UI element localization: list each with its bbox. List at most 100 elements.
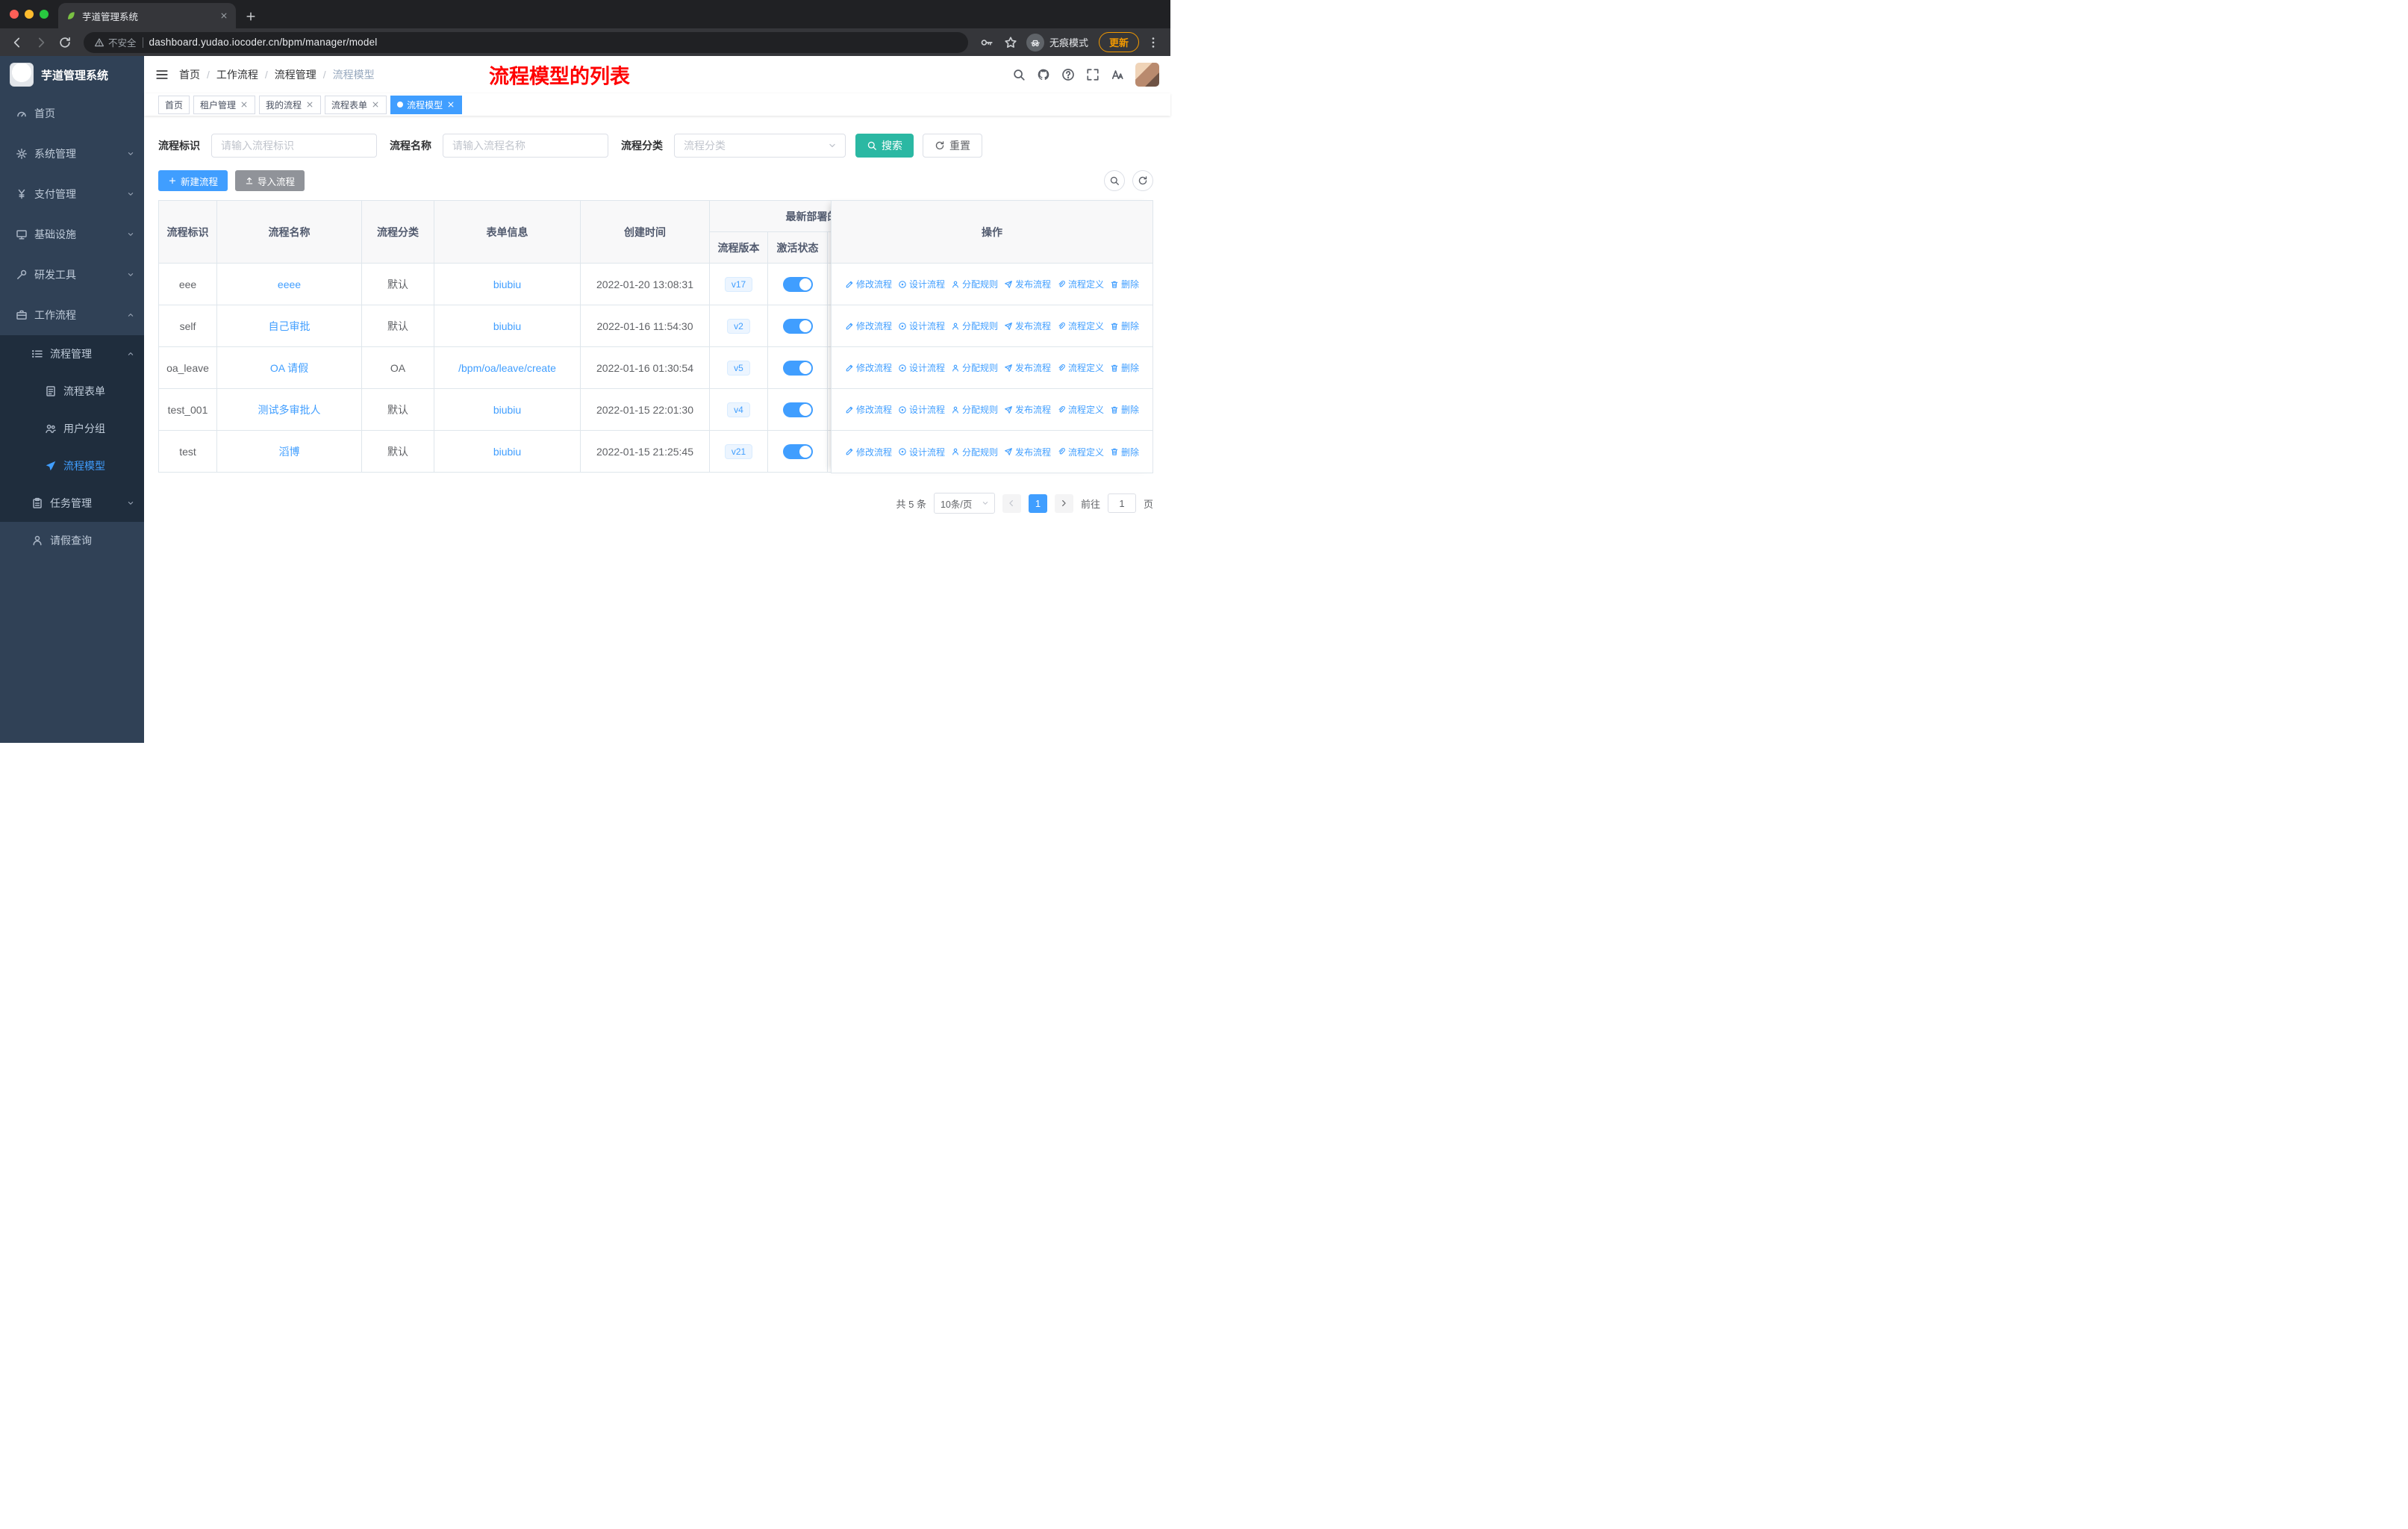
op-delete-link[interactable]: 删除 xyxy=(1110,320,1139,332)
breadcrumb-item[interactable]: 首页 xyxy=(179,67,200,82)
active-toggle[interactable] xyxy=(782,443,813,459)
op-publish-link[interactable]: 发布流程 xyxy=(1004,320,1051,332)
op-design-link[interactable]: 设计流程 xyxy=(898,403,945,416)
browser-menu-button[interactable] xyxy=(1144,33,1163,52)
prev-page-button[interactable] xyxy=(1002,493,1021,513)
security-indicator[interactable]: 不安全 xyxy=(94,35,137,49)
minimize-window-button[interactable] xyxy=(25,10,34,19)
goto-page-input[interactable] xyxy=(1107,493,1136,513)
reset-button[interactable]: 重置 xyxy=(923,134,982,158)
form-info-link[interactable]: biubiu xyxy=(493,278,521,290)
op-delete-link[interactable]: 删除 xyxy=(1110,278,1139,290)
sidebar-item-infrastructure[interactable]: 基础设施 xyxy=(0,214,144,255)
tag-home[interactable]: 首页 xyxy=(158,95,190,114)
sidebar-item-workflow[interactable]: 工作流程 xyxy=(0,295,144,335)
address-bar[interactable]: 不安全 dashboard.yudao.iocoder.cn/bpm/manag… xyxy=(84,31,968,53)
tag-my-process[interactable]: 我的流程 xyxy=(259,95,322,114)
op-publish-link[interactable]: 发布流程 xyxy=(1004,278,1051,290)
process-name-link[interactable]: OA 请假 xyxy=(270,362,308,374)
op-assign-link[interactable]: 分配规则 xyxy=(951,361,998,374)
browser-update-button[interactable]: 更新 xyxy=(1098,32,1139,52)
process-name-input[interactable] xyxy=(443,134,608,158)
op-publish-link[interactable]: 发布流程 xyxy=(1004,403,1051,416)
zoom-window-button[interactable] xyxy=(40,10,49,19)
op-definition-link[interactable]: 流程定义 xyxy=(1057,278,1104,290)
question-icon[interactable] xyxy=(1061,68,1075,81)
category-select[interactable]: 流程分类 xyxy=(674,134,846,158)
close-icon[interactable] xyxy=(240,100,249,109)
search-icon[interactable] xyxy=(1012,68,1026,81)
active-toggle[interactable] xyxy=(782,402,813,417)
op-definition-link[interactable]: 流程定义 xyxy=(1057,361,1104,374)
font-size-icon[interactable] xyxy=(1111,68,1124,81)
sidebar-item-home[interactable]: 首页 xyxy=(0,93,144,134)
op-definition-link[interactable]: 流程定义 xyxy=(1057,320,1104,332)
back-button[interactable] xyxy=(7,33,27,52)
process-id-input[interactable] xyxy=(211,134,377,158)
op-edit-link[interactable]: 修改流程 xyxy=(845,320,892,332)
op-publish-link[interactable]: 发布流程 xyxy=(1004,446,1051,458)
incognito-profile-chip[interactable]: 无痕模式 xyxy=(1025,32,1094,53)
process-name-link[interactable]: 滔博 xyxy=(279,446,300,458)
op-definition-link[interactable]: 流程定义 xyxy=(1057,403,1104,416)
process-name-link[interactable]: eeee xyxy=(278,278,301,290)
sidebar-collapse-button[interactable] xyxy=(155,68,169,81)
user-avatar[interactable] xyxy=(1135,63,1159,87)
tag-tenant[interactable]: 租户管理 xyxy=(193,95,256,114)
op-assign-link[interactable]: 分配规则 xyxy=(951,320,998,332)
op-definition-link[interactable]: 流程定义 xyxy=(1057,446,1104,458)
op-design-link[interactable]: 设计流程 xyxy=(898,361,945,374)
sidebar-item-devtools[interactable]: 研发工具 xyxy=(0,255,144,295)
app-logo[interactable]: 芋道管理系统 xyxy=(0,56,144,93)
refresh-table-button[interactable] xyxy=(1132,170,1153,191)
form-info-link[interactable]: biubiu xyxy=(493,404,521,416)
op-edit-link[interactable]: 修改流程 xyxy=(845,361,892,374)
forward-button[interactable] xyxy=(31,33,51,52)
form-info-link[interactable]: /bpm/oa/leave/create xyxy=(458,362,556,374)
sidebar-item-process-model[interactable]: 流程模型 xyxy=(0,447,144,485)
github-icon[interactable] xyxy=(1037,68,1050,81)
op-publish-link[interactable]: 发布流程 xyxy=(1004,361,1051,374)
close-icon[interactable] xyxy=(371,100,380,109)
passwords-key-button[interactable] xyxy=(977,33,996,52)
process-name-link[interactable]: 测试多审批人 xyxy=(258,404,321,416)
next-page-button[interactable] xyxy=(1054,493,1073,513)
breadcrumb-item[interactable]: 工作流程 xyxy=(216,67,258,82)
close-icon[interactable] xyxy=(305,100,314,109)
page-number-button[interactable]: 1 xyxy=(1028,493,1047,513)
close-window-button[interactable] xyxy=(10,10,19,19)
bookmark-star-button[interactable] xyxy=(1001,33,1020,52)
op-assign-link[interactable]: 分配规则 xyxy=(951,403,998,416)
op-design-link[interactable]: 设计流程 xyxy=(898,446,945,458)
op-edit-link[interactable]: 修改流程 xyxy=(845,446,892,458)
tag-process-form[interactable]: 流程表单 xyxy=(325,95,387,114)
op-delete-link[interactable]: 删除 xyxy=(1110,361,1139,374)
op-delete-link[interactable]: 删除 xyxy=(1110,403,1139,416)
sidebar-item-user-group[interactable]: 用户分组 xyxy=(0,410,144,447)
sidebar-item-leave-query[interactable]: 请假查询 xyxy=(0,522,144,559)
sidebar-item-process-mgmt[interactable]: 流程管理 xyxy=(0,335,144,373)
page-size-select[interactable]: 10条/页 xyxy=(933,493,995,514)
close-icon[interactable] xyxy=(446,100,455,109)
breadcrumb-item[interactable]: 流程管理 xyxy=(275,67,316,82)
import-process-button[interactable]: 导入流程 xyxy=(235,170,305,191)
op-edit-link[interactable]: 修改流程 xyxy=(845,278,892,290)
active-toggle[interactable] xyxy=(782,318,813,334)
active-toggle[interactable] xyxy=(782,360,813,376)
fullscreen-icon[interactable] xyxy=(1086,68,1099,81)
reload-button[interactable] xyxy=(55,33,75,52)
sidebar-item-system[interactable]: 系统管理 xyxy=(0,134,144,174)
create-process-button[interactable]: 新建流程 xyxy=(158,170,228,191)
sidebar-item-process-form[interactable]: 流程表单 xyxy=(0,373,144,410)
process-name-link[interactable]: 自己审批 xyxy=(269,320,311,332)
form-info-link[interactable]: biubiu xyxy=(493,446,521,458)
op-edit-link[interactable]: 修改流程 xyxy=(845,403,892,416)
op-design-link[interactable]: 设计流程 xyxy=(898,278,945,290)
tag-process-model[interactable]: 流程模型 xyxy=(390,95,463,114)
form-info-link[interactable]: biubiu xyxy=(493,320,521,332)
sidebar-item-payment[interactable]: 支付管理 xyxy=(0,174,144,214)
browser-tab[interactable]: 芋道管理系统 xyxy=(58,3,236,28)
new-tab-button[interactable] xyxy=(245,10,257,22)
op-design-link[interactable]: 设计流程 xyxy=(898,320,945,332)
op-assign-link[interactable]: 分配规则 xyxy=(951,446,998,458)
